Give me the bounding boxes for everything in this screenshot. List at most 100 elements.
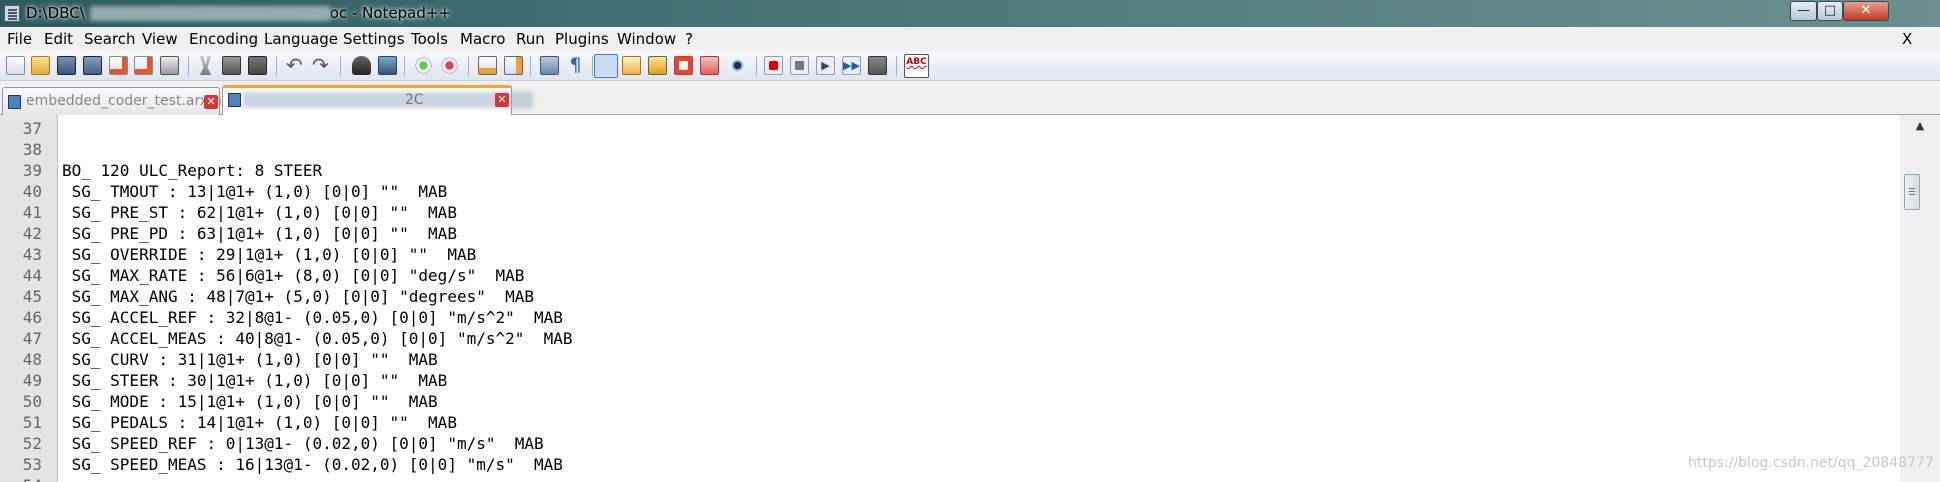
line-number: 42 [22,224,42,243]
line-text: SG_ STEER : 30|1@1+ (1,0) [0|0] "" MAB [62,371,448,390]
sync-vertical-icon[interactable] [478,56,497,75]
zoom-in-icon[interactable] [414,56,433,75]
editor-line[interactable]: 37 [0,118,1900,139]
stop-macro-icon[interactable] [790,56,809,75]
line-number: 37 [22,119,42,138]
editor-line[interactable]: 41 SG_ PRE_ST : 62|1@1+ (1,0) [0|0] "" M… [0,202,1900,223]
editor-line[interactable]: 44 SG_ MAX_RATE : 56|6@1+ (8,0) [0|0] "d… [0,265,1900,286]
close-window-button[interactable]: ✕ [1843,1,1889,21]
folder-workspace-icon[interactable] [700,56,719,75]
show-all-chars-icon[interactable]: ¶ [566,56,585,75]
toolbar-separator [896,56,897,76]
new-file-icon[interactable] [6,56,25,75]
toolbar-separator [530,56,531,76]
save-macro-icon[interactable] [868,56,887,75]
close-icon[interactable] [109,56,128,75]
tab-embedded-coder-test[interactable]: embedded_coder_test.arxml ✕ [2,87,226,115]
line-text: SG_ TMOUT : 13|1@1+ (1,0) [0|0] "" MAB [62,182,448,201]
play-macro-icon[interactable]: ▶ [816,56,835,75]
line-text: BO_ 120 ULC_Report: 8 STEER [62,161,323,180]
indent-guide-icon[interactable] [594,54,618,78]
menu-view[interactable]: View [142,30,178,48]
save-all-icon[interactable] [83,56,102,75]
tab-active-dbc[interactable]: 2C ✕ [222,85,533,116]
title-bar: D:\DBC\ oc - Notepad++ — □ ✕ [0,0,1940,27]
editor-line[interactable]: 42 SG_ PRE_PD : 63|1@1+ (1,0) [0|0] "" M… [0,223,1900,244]
function-list-icon[interactable] [674,56,693,75]
close-all-icon[interactable] [134,56,153,75]
minimize-button[interactable]: — [1790,1,1817,21]
tab-label-redaction [243,92,533,108]
menu-search[interactable]: Search [84,30,136,48]
menu-help[interactable]: ? [685,30,693,48]
text-editor[interactable]: 37 38 39 BO_ 120 ULC_Report: 8 STEER 40 SG_ … [0,115,1900,482]
language-define-icon[interactable] [622,56,641,75]
editor-line[interactable]: 39 BO_ 120 ULC_Report: 8 STEER [0,160,1900,181]
menu-edit[interactable]: Edit [44,30,73,48]
redo-icon[interactable]: ↷ [312,55,331,75]
spellcheck-icon[interactable]: ABC [904,54,929,78]
line-number: 47 [22,329,42,348]
menu-window[interactable]: Window [617,30,676,48]
find-icon[interactable] [352,56,371,75]
editor-line[interactable]: 43 SG_ OVERRIDE : 29|1@1+ (1,0) [0|0] ""… [0,244,1900,265]
line-text: SG_ PRE_ST : 62|1@1+ (1,0) [0|0] "" MAB [62,203,457,222]
editor-line[interactable]: 47 SG_ ACCEL_MEAS : 40|8@1- (0.05,0) [0|… [0,328,1900,349]
line-text: SG_ MAX_ANG : 48|7@1+ (5,0) [0|0] "degre… [62,287,535,306]
menu-file[interactable]: File [7,30,32,48]
tab-label: embedded_coder_test.arxml [26,93,226,109]
record-macro-icon[interactable] [764,56,783,75]
menu-tools[interactable]: Tools [411,30,448,48]
editor-line[interactable]: 50 SG_ MODE : 15|1@1+ (1,0) [0|0] "" MAB [0,391,1900,412]
line-text: SG_ SPEED_MEAS : 16|13@1- (0.02,0) [0|0]… [62,455,563,474]
editor-line[interactable]: 53 SG_ SPEED_MEAS : 16|13@1- (0.02,0) [0… [0,454,1900,475]
scrollbar-thumb[interactable] [1904,174,1920,210]
line-text: SG_ MAX_RATE : 56|6@1+ (8,0) [0|0] "deg/… [62,266,525,285]
tab-close-icon[interactable]: ✕ [204,95,218,109]
editor-line[interactable]: 40 SG_ TMOUT : 13|1@1+ (1,0) [0|0] "" MA… [0,181,1900,202]
close-document-button[interactable]: X [1902,30,1912,48]
tab-label: 2C [405,92,424,108]
word-wrap-icon[interactable] [540,56,559,75]
editor-line[interactable]: 54 [0,475,1900,482]
tab-close-icon[interactable]: ✕ [495,93,509,107]
menu-encoding[interactable]: Encoding [189,30,258,48]
paste-icon[interactable] [248,56,267,75]
doc-map-icon[interactable] [648,56,667,75]
vertical-scrollbar[interactable]: ▲ [1900,115,1940,482]
file-tab-icon [228,93,241,107]
monitoring-icon[interactable] [728,56,747,75]
sync-horizontal-icon[interactable] [504,56,523,75]
scroll-up-arrow-icon[interactable]: ▲ [1900,117,1940,135]
zoom-out-icon[interactable] [440,56,459,75]
line-number: 50 [22,392,42,411]
editor-line[interactable]: 52 SG_ SPEED_REF : 0|13@1- (0.02,0) [0|0… [0,433,1900,454]
editor-line[interactable]: 45 SG_ MAX_ANG : 48|7@1+ (5,0) [0|0] "de… [0,286,1900,307]
menu-run[interactable]: Run [516,30,545,48]
watermark-url: https://blog.csdn.net/qq_20848777 [1688,455,1934,471]
menu-language[interactable]: Language [264,30,338,48]
menu-macro[interactable]: Macro [460,30,505,48]
copy-icon[interactable] [222,56,241,75]
replace-icon[interactable] [378,56,397,75]
menu-plugins[interactable]: Plugins [555,30,609,48]
menu-settings[interactable]: Settings [343,30,405,48]
toolbar-separator [276,56,277,76]
line-number: 44 [22,266,42,285]
line-text: SG_ SPEED_REF : 0|13@1- (0.02,0) [0|0] "… [62,434,544,453]
line-number: 54 [0,475,42,482]
notepad-app-icon[interactable] [4,5,20,22]
editor-line[interactable]: 38 [0,139,1900,160]
open-file-icon[interactable] [31,56,50,75]
save-icon[interactable] [57,56,76,75]
maximize-button[interactable]: □ [1817,1,1843,21]
editor-line[interactable]: 46 SG_ ACCEL_REF : 32|8@1- (0.05,0) [0|0… [0,307,1900,328]
cut-icon[interactable] [199,56,212,75]
editor-line[interactable]: 48 SG_ CURV : 31|1@1+ (1,0) [0|0] "" MAB [0,349,1900,370]
editor-line[interactable]: 51 SG_ PEDALS : 14|1@1+ (1,0) [0|0] "" M… [0,412,1900,433]
undo-icon[interactable]: ↶ [286,55,305,75]
editor-line[interactable]: 49 SG_ STEER : 30|1@1+ (1,0) [0|0] "" MA… [0,370,1900,391]
print-icon[interactable] [160,56,179,75]
line-text: SG_ PRE_PD : 63|1@1+ (1,0) [0|0] "" MAB [62,224,457,243]
run-macro-multiple-icon[interactable]: ▶▶ [842,56,861,75]
